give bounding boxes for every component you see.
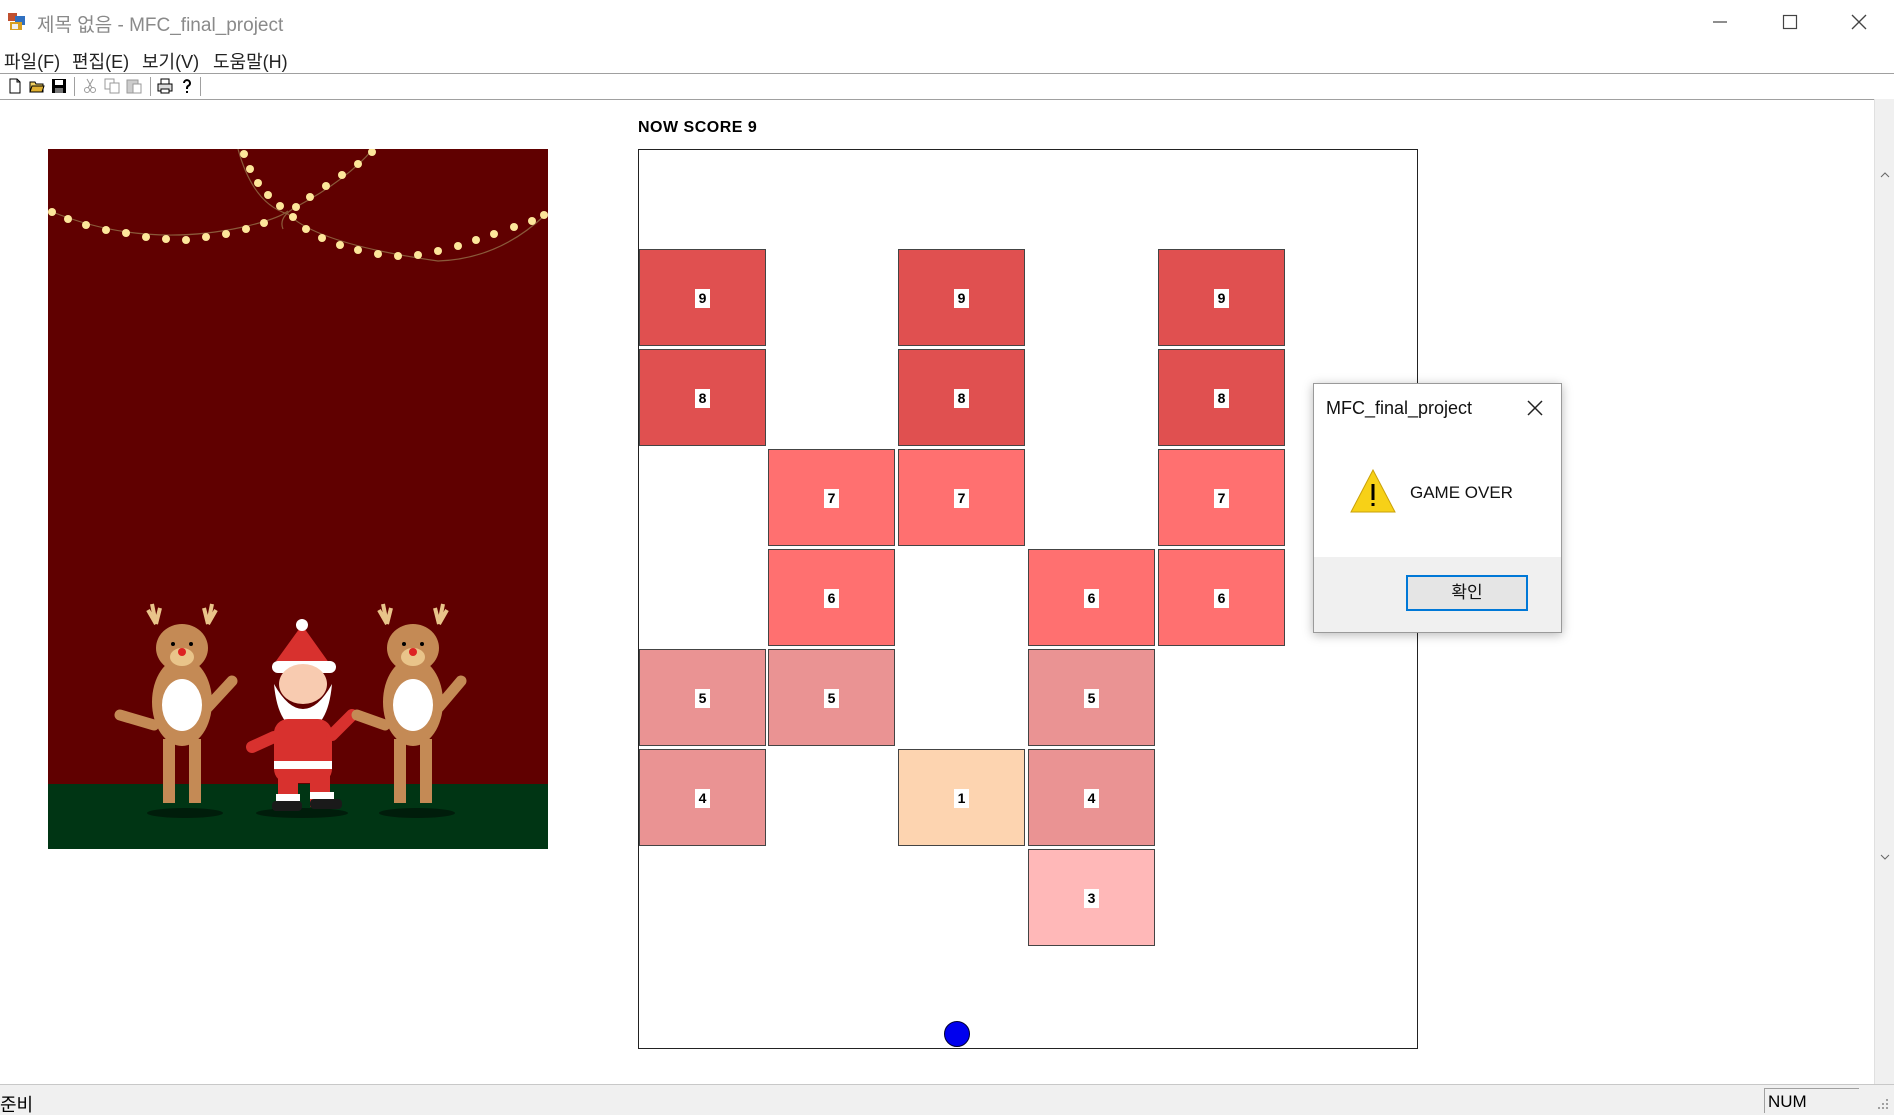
dialog-close-icon[interactable]	[1521, 394, 1549, 422]
status-bar: 준비 NUM	[0, 1084, 1894, 1115]
close-window-button[interactable]	[1824, 0, 1894, 44]
menu-help[interactable]: 도움말(H)	[213, 48, 288, 74]
app-icon	[8, 13, 25, 30]
resize-grip-icon[interactable]	[1874, 1095, 1890, 1111]
dialog-footer: 확인	[1314, 557, 1561, 632]
brick-value: 5	[824, 689, 839, 708]
brick: 8	[898, 349, 1025, 446]
window-title: 제목 없음 - MFC_final_project	[37, 15, 284, 36]
brick: 4	[1028, 749, 1155, 846]
brick: 6	[768, 549, 895, 646]
brick-value: 4	[695, 789, 710, 808]
minimize-icon	[1713, 21, 1727, 23]
brick: 9	[1158, 249, 1285, 346]
status-text: 준비	[0, 1095, 34, 1115]
warning-icon	[1350, 468, 1396, 513]
brick-value: 8	[954, 389, 969, 408]
brick: 5	[639, 649, 766, 746]
brick-value: 1	[954, 789, 969, 808]
title-bar: 제목 없음 - MFC_final_project	[0, 0, 1894, 44]
copy-icon[interactable]	[103, 77, 121, 95]
maximize-icon	[1782, 14, 1798, 30]
brick-value: 6	[824, 589, 839, 608]
menu-bar: 파일(F) 편집(E) 보기(V) 도움말(H)	[0, 44, 1894, 74]
brick: 4	[639, 749, 766, 846]
menu-view[interactable]: 보기(V)	[142, 48, 199, 74]
scroll-down-icon[interactable]	[1879, 851, 1891, 863]
brick-value: 3	[1084, 889, 1099, 908]
save-icon[interactable]	[50, 77, 68, 95]
menu-edit[interactable]: 편집(E)	[72, 48, 129, 74]
toolbar-separator	[74, 77, 75, 96]
brick: 3	[1028, 849, 1155, 946]
brick-value: 8	[1214, 389, 1229, 408]
brick: 7	[898, 449, 1025, 546]
brick: 5	[768, 649, 895, 746]
brick: 1	[898, 749, 1025, 846]
brick: 7	[1158, 449, 1285, 546]
brick-value: 6	[1084, 589, 1099, 608]
ok-button[interactable]: 확인	[1406, 575, 1528, 611]
ball	[944, 1021, 970, 1047]
status-num-pane: NUM	[1764, 1088, 1859, 1113]
brick: 9	[639, 249, 766, 346]
vertical-scrollbar[interactable]	[1874, 99, 1894, 1084]
brick-value: 8	[695, 389, 710, 408]
score-label: NOW SCORE 9	[638, 119, 758, 136]
game-over-dialog: MFC_final_project GAME OVER 확인	[1313, 383, 1562, 633]
brick-value: 7	[1214, 489, 1229, 508]
help-icon[interactable]	[178, 77, 196, 95]
toolbar	[0, 73, 1894, 100]
new-icon[interactable]	[6, 77, 24, 95]
brick: 6	[1028, 549, 1155, 646]
brick: 8	[639, 349, 766, 446]
brick-value: 5	[1084, 689, 1099, 708]
brick-value: 6	[1214, 589, 1229, 608]
brick-value: 7	[824, 489, 839, 508]
brick: 6	[1158, 549, 1285, 646]
brick: 8	[1158, 349, 1285, 446]
scroll-up-icon[interactable]	[1879, 169, 1891, 181]
menu-file[interactable]: 파일(F)	[4, 48, 60, 74]
brick: 5	[1028, 649, 1155, 746]
brick: 9	[898, 249, 1025, 346]
game-board[interactable]: 9 9 9 8 8 8 7 7 7 6 6 6 5 5 5 4 1 4 3	[638, 149, 1418, 1049]
minimize-button[interactable]	[1685, 0, 1755, 44]
brick-value: 9	[695, 289, 710, 308]
brick: 7	[768, 449, 895, 546]
toolbar-separator	[150, 77, 151, 96]
brick-value: 5	[695, 689, 710, 708]
maximize-button[interactable]	[1755, 0, 1825, 44]
paste-icon[interactable]	[125, 77, 143, 95]
brick-value: 7	[954, 489, 969, 508]
christmas-picture	[48, 149, 548, 849]
cut-icon[interactable]	[81, 77, 99, 95]
num-lock-indicator: NUM	[1768, 1092, 1807, 1111]
brick-value: 4	[1084, 789, 1099, 808]
open-icon[interactable]	[28, 77, 46, 95]
toolbar-separator	[200, 77, 201, 96]
brick-value: 9	[1214, 289, 1229, 308]
brick-value: 9	[954, 289, 969, 308]
dialog-title: MFC_final_project	[1326, 398, 1473, 418]
dialog-message: GAME OVER	[1410, 483, 1513, 502]
close-icon	[1851, 14, 1867, 30]
print-icon[interactable]	[156, 77, 174, 95]
